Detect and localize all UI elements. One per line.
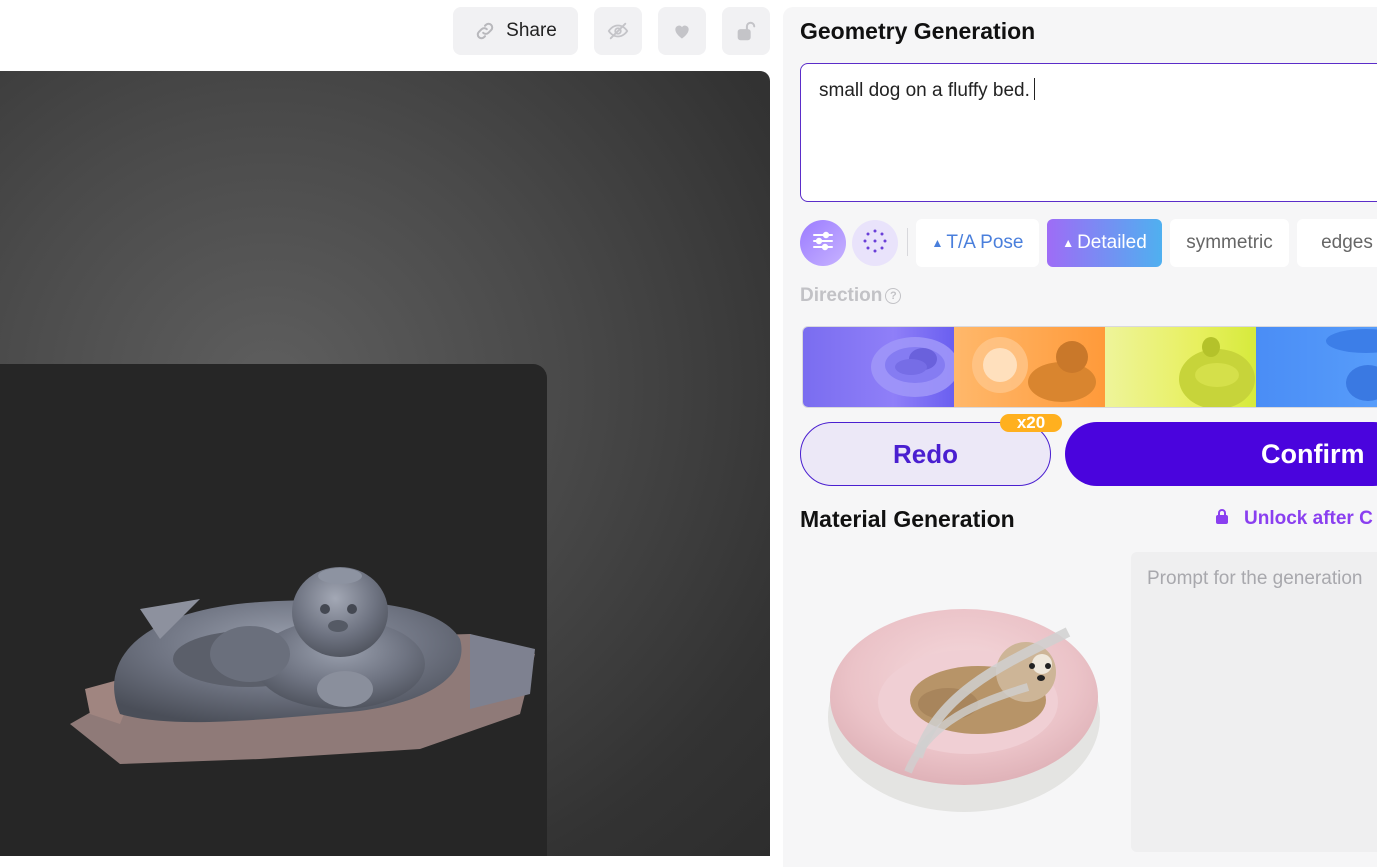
points-toggle-button[interactable]	[852, 220, 898, 266]
direction-selector	[802, 326, 1377, 408]
detailed-chip[interactable]: ▲ Detailed	[1047, 219, 1162, 267]
edges-chip[interactable]: edges	[1297, 219, 1377, 267]
like-button[interactable]	[658, 7, 706, 55]
unlock-icon	[735, 20, 757, 42]
visibility-toggle-button[interactable]	[594, 7, 642, 55]
dog-bed-3d-model	[70, 567, 535, 764]
edges-label: edges	[1321, 232, 1373, 253]
ta-pose-chip[interactable]: ▲ T/A Pose	[916, 219, 1039, 267]
confirm-label: Confirm	[1261, 438, 1365, 469]
dog-bed-thumbnail	[1326, 329, 1377, 401]
direction-option-3[interactable]	[1105, 327, 1256, 407]
model-preview-card[interactable]	[0, 364, 547, 856]
dog-bed-thumbnail	[972, 337, 1096, 402]
unlock-notice: Unlock after C	[1215, 508, 1373, 530]
text-caret	[1033, 78, 1036, 100]
symmetric-label: symmetric	[1186, 232, 1273, 253]
dog-bed-thumbnail	[871, 337, 954, 397]
material-prompt-input[interactable]: Prompt for the generation	[1131, 552, 1377, 852]
share-label: Share	[506, 20, 557, 41]
heart-icon	[672, 21, 692, 41]
direction-option-4[interactable]	[1256, 327, 1377, 407]
material-prompt-placeholder: Prompt for the generation	[1147, 568, 1363, 589]
direction-option-2[interactable]	[954, 327, 1105, 407]
prompt-text: small dog on a fluffy bed.	[819, 80, 1030, 101]
dots-circle-icon	[862, 228, 888, 259]
detailed-label: Detailed	[1077, 232, 1147, 253]
help-icon[interactable]: ?	[885, 288, 902, 304]
ta-pose-label: T/A Pose	[946, 232, 1024, 253]
geometry-generation-title: Geometry Generation	[800, 18, 1036, 44]
direction-label: Direction ?	[800, 285, 902, 307]
lock-icon	[1215, 508, 1229, 530]
direction-text: Direction	[800, 285, 883, 306]
dog-on-pink-bed-image	[828, 609, 1100, 812]
3d-viewport[interactable]	[0, 71, 770, 856]
sliders-icon	[811, 229, 835, 258]
redo-label: Redo	[893, 438, 958, 469]
unlock-button[interactable]	[722, 7, 770, 55]
material-generation-title: Material Generation	[800, 506, 1015, 532]
settings-toggle-button[interactable]	[800, 220, 846, 266]
link-icon	[474, 20, 496, 42]
confirm-button[interactable]: Confirm	[1065, 422, 1377, 486]
share-button[interactable]: Share	[453, 7, 578, 55]
symmetric-chip[interactable]: symmetric	[1170, 219, 1289, 267]
flask-icon: ▲	[1062, 236, 1075, 250]
reference-image	[828, 592, 1100, 814]
redo-count-badge: x20	[1000, 413, 1062, 432]
unlock-label: Unlock after C	[1244, 508, 1373, 529]
toolbar-divider	[907, 228, 908, 256]
geometry-prompt-input[interactable]: small dog on a fluffy bed.	[800, 63, 1377, 202]
dog-bed-thumbnail	[1179, 337, 1255, 407]
eye-slash-icon	[607, 20, 629, 42]
flask-icon: ▲	[931, 236, 944, 250]
direction-option-1[interactable]	[803, 327, 954, 407]
